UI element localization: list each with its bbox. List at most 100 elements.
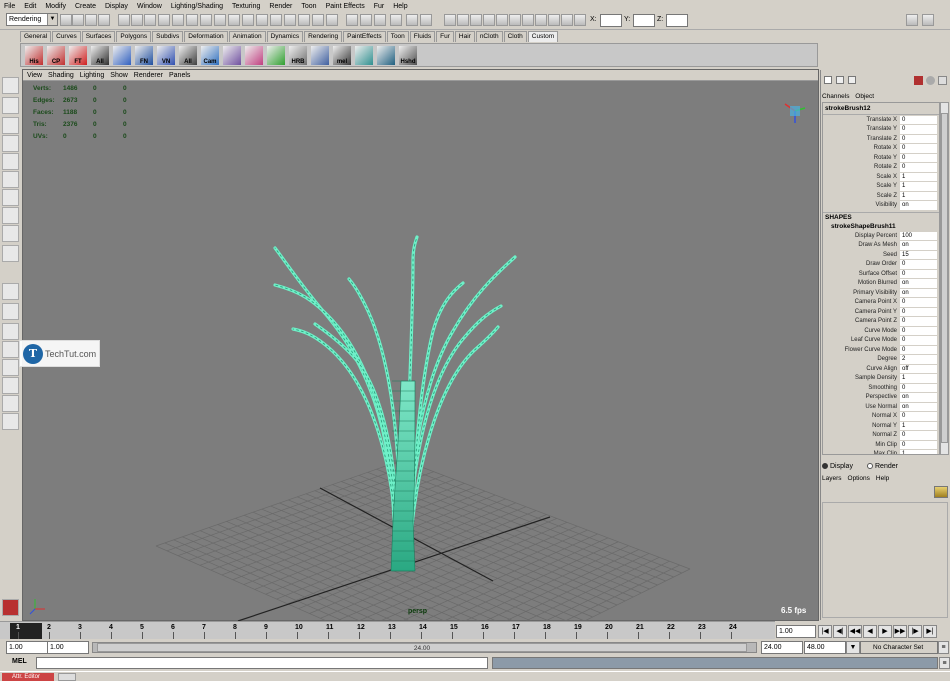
attr-value[interactable]: 0: [900, 115, 937, 124]
attr-name[interactable]: Normal Y: [823, 423, 900, 429]
channel-attr-row[interactable]: Curve Align off: [823, 364, 939, 374]
mel-label[interactable]: MEL: [12, 658, 27, 665]
attr-value[interactable]: 0: [900, 153, 937, 162]
snap-plane-icon[interactable]: [186, 14, 198, 26]
attr-value[interactable]: 1: [900, 421, 937, 430]
layout-four-icon[interactable]: [2, 303, 19, 320]
channel-attr-row[interactable]: Use Normal on: [823, 402, 939, 412]
step-back-key-icon[interactable]: ◀|: [833, 625, 847, 638]
attr-name[interactable]: Normal Z: [823, 432, 900, 438]
attr-value[interactable]: 1: [900, 374, 937, 383]
viewport-menu-renderer[interactable]: Renderer: [134, 72, 163, 79]
snap-grid-icon[interactable]: [144, 14, 156, 26]
layer-menu-layers[interactable]: Layers: [822, 475, 842, 482]
attr-name[interactable]: Leaf Curve Mode: [823, 337, 900, 343]
tab-fur[interactable]: Fur: [436, 31, 454, 42]
view-cube-icon[interactable]: [784, 103, 806, 123]
layer-menu-options[interactable]: Options: [848, 475, 870, 482]
channel-attr-row[interactable]: Scale Z1: [823, 191, 939, 201]
snap-point-icon[interactable]: [172, 14, 184, 26]
layout-single-icon[interactable]: [2, 283, 19, 300]
attr-name[interactable]: Rotate X: [823, 145, 900, 151]
attr-name[interactable]: Min Clip: [823, 442, 900, 448]
tab-hair[interactable]: Hair: [454, 31, 475, 42]
layout-persp-outliner-icon[interactable]: [2, 323, 19, 340]
render-settings-icon[interactable]: [914, 76, 923, 85]
y-field[interactable]: [633, 14, 655, 27]
select-component-icon[interactable]: [131, 14, 143, 26]
playback-end-field[interactable]: 24.00: [761, 641, 803, 654]
channel-attr-row[interactable]: Motion Blurred on: [823, 279, 939, 289]
channel-box-icon[interactable]: [824, 76, 832, 84]
attr-value[interactable]: 0: [900, 125, 937, 134]
tool-settings-icon[interactable]: [938, 76, 947, 85]
layout-icon[interactable]: [470, 14, 482, 26]
workspace-icon[interactable]: [906, 14, 918, 26]
flip-normals-icon[interactable]: FN: [135, 46, 153, 65]
attr-name[interactable]: Camera Point X: [823, 299, 900, 305]
channel-attr-row[interactable]: Rotate Z0: [823, 163, 939, 173]
prefs-icon[interactable]: ≡: [938, 641, 949, 654]
tab-ncloth[interactable]: nCloth: [475, 31, 503, 42]
tab-curves[interactable]: Curves: [52, 31, 81, 42]
settings-icon[interactable]: [574, 14, 586, 26]
play-icon[interactable]: [267, 46, 285, 65]
attr-value[interactable]: 0: [900, 269, 937, 278]
tab-surfaces[interactable]: Surfaces: [81, 31, 116, 42]
lasso-tool-icon[interactable]: [2, 97, 19, 114]
open-scene-icon[interactable]: [72, 14, 84, 26]
history-icon[interactable]: His: [25, 46, 43, 65]
attr-value[interactable]: on: [900, 201, 937, 210]
tab-custom[interactable]: Custom: [527, 31, 559, 42]
channel-attr-row[interactable]: Camera Point Y0: [823, 307, 939, 317]
menu-fur[interactable]: Fur: [374, 3, 385, 10]
show-hide-icon[interactable]: [270, 14, 282, 26]
viewport-menu-lighting[interactable]: Lighting: [80, 72, 105, 79]
attr-value[interactable]: 0: [900, 336, 937, 345]
attr-value[interactable]: 0: [900, 298, 937, 307]
menu-create[interactable]: Create: [75, 3, 96, 10]
attr-value[interactable]: 1: [900, 450, 937, 454]
attr-name[interactable]: Primary Visibility: [823, 290, 900, 296]
attr-name[interactable]: Camera Point Z: [823, 318, 900, 324]
viewport-menu-show[interactable]: Show: [110, 72, 128, 79]
range-start-field[interactable]: 1.00: [6, 641, 48, 654]
attr-value[interactable]: off: [900, 364, 937, 373]
render-icon[interactable]: [245, 46, 263, 65]
attr-value[interactable]: 0: [900, 307, 937, 316]
attr-value[interactable]: 0: [900, 383, 937, 392]
attr-name[interactable]: Perspective: [823, 394, 900, 400]
arrow-down-icon[interactable]: [377, 46, 395, 65]
attr-name[interactable]: Scale Z: [823, 193, 900, 199]
x-field[interactable]: [600, 14, 622, 27]
character-set-menu[interactable]: No Character Set: [860, 641, 938, 654]
tab-painteffects[interactable]: PaintEffects: [343, 31, 386, 42]
tab-rendering[interactable]: Rendering: [304, 31, 343, 42]
channel-attr-row[interactable]: Curve Mode 0: [823, 326, 939, 336]
range-end-field[interactable]: 48.00: [804, 641, 846, 654]
new-scene-icon[interactable]: [60, 14, 72, 26]
camera-icon[interactable]: Cam: [201, 46, 219, 65]
playback-start-field[interactable]: 1.00: [47, 641, 89, 654]
layout-render-icon[interactable]: [2, 377, 19, 394]
hrb-icon[interactable]: HRB: [289, 46, 307, 65]
go-to-end-icon[interactable]: ▶|: [923, 625, 937, 638]
channel-attr-row[interactable]: Primary Visibility on: [823, 288, 939, 298]
channel-attr-row[interactable]: Visibility on: [823, 201, 939, 211]
shader-icon[interactable]: [223, 46, 241, 65]
menu-help[interactable]: Help: [393, 3, 407, 10]
render-settings-icon[interactable]: [256, 14, 268, 26]
script-icon[interactable]: [374, 14, 386, 26]
attr-name[interactable]: Scale X: [823, 174, 900, 180]
lock-icon[interactable]: [298, 14, 310, 26]
play-backward-icon[interactable]: ◀: [863, 625, 877, 638]
attr-value[interactable]: 0: [900, 412, 937, 421]
attr-name[interactable]: Use Normal: [823, 404, 900, 410]
z-field[interactable]: [666, 14, 688, 27]
center-pivot-icon[interactable]: CP: [47, 46, 65, 65]
menu-modify[interactable]: Modify: [45, 3, 66, 10]
mel-icon[interactable]: mel: [333, 46, 351, 65]
attr-value[interactable]: on: [900, 241, 937, 250]
attr-value[interactable]: 100: [900, 231, 937, 240]
attr-value[interactable]: on: [900, 288, 937, 297]
